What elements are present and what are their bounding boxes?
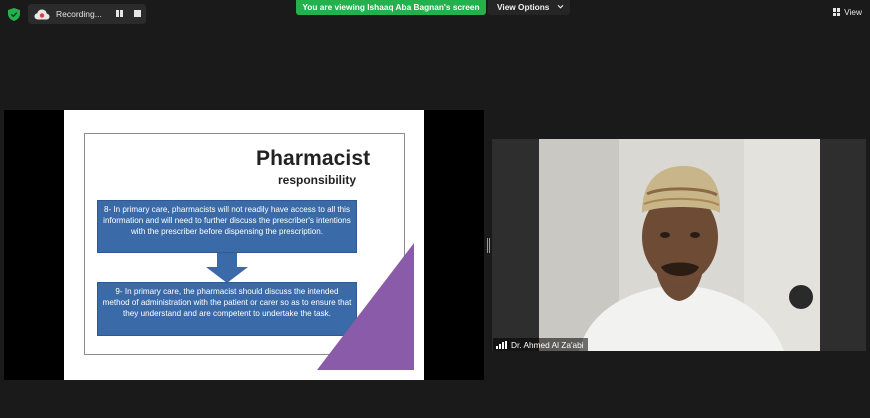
participant-name-badge: Dr. Ahmed Al Za'abi [493,338,588,351]
view-options-button[interactable]: View Options [488,0,570,15]
view-label: View [844,7,862,17]
grid-layout-icon [833,8,841,16]
connection-signal-icon [496,340,507,349]
participant-name: Dr. Ahmed Al Za'abi [511,339,584,350]
chevron-down-icon [557,4,564,9]
cloud-recording-icon [34,9,50,19]
down-arrow-icon [206,253,248,283]
slide-title: Pharmacist [256,147,371,170]
recording-label: Recording... [56,9,102,19]
participant-video-frame [539,139,820,351]
encryption-shield-icon[interactable] [8,8,20,21]
view-options-label: View Options [497,2,550,12]
participant-video [539,139,820,351]
view-layout-button[interactable]: View [833,6,862,18]
panel-resize-handle[interactable] [487,238,490,253]
purple-triangle-decoration [317,243,414,370]
recording-indicator: Recording... [28,4,146,24]
viewing-screen-banner: You are viewing Ishaaq Aba Bagnan's scre… [296,0,486,15]
presentation-slide: Pharmacist responsibility 8- In primary … [64,110,424,380]
slide-subtitle: responsibility [278,173,357,187]
pause-recording-button[interactable] [115,9,125,19]
stop-recording-button[interactable] [134,10,141,17]
